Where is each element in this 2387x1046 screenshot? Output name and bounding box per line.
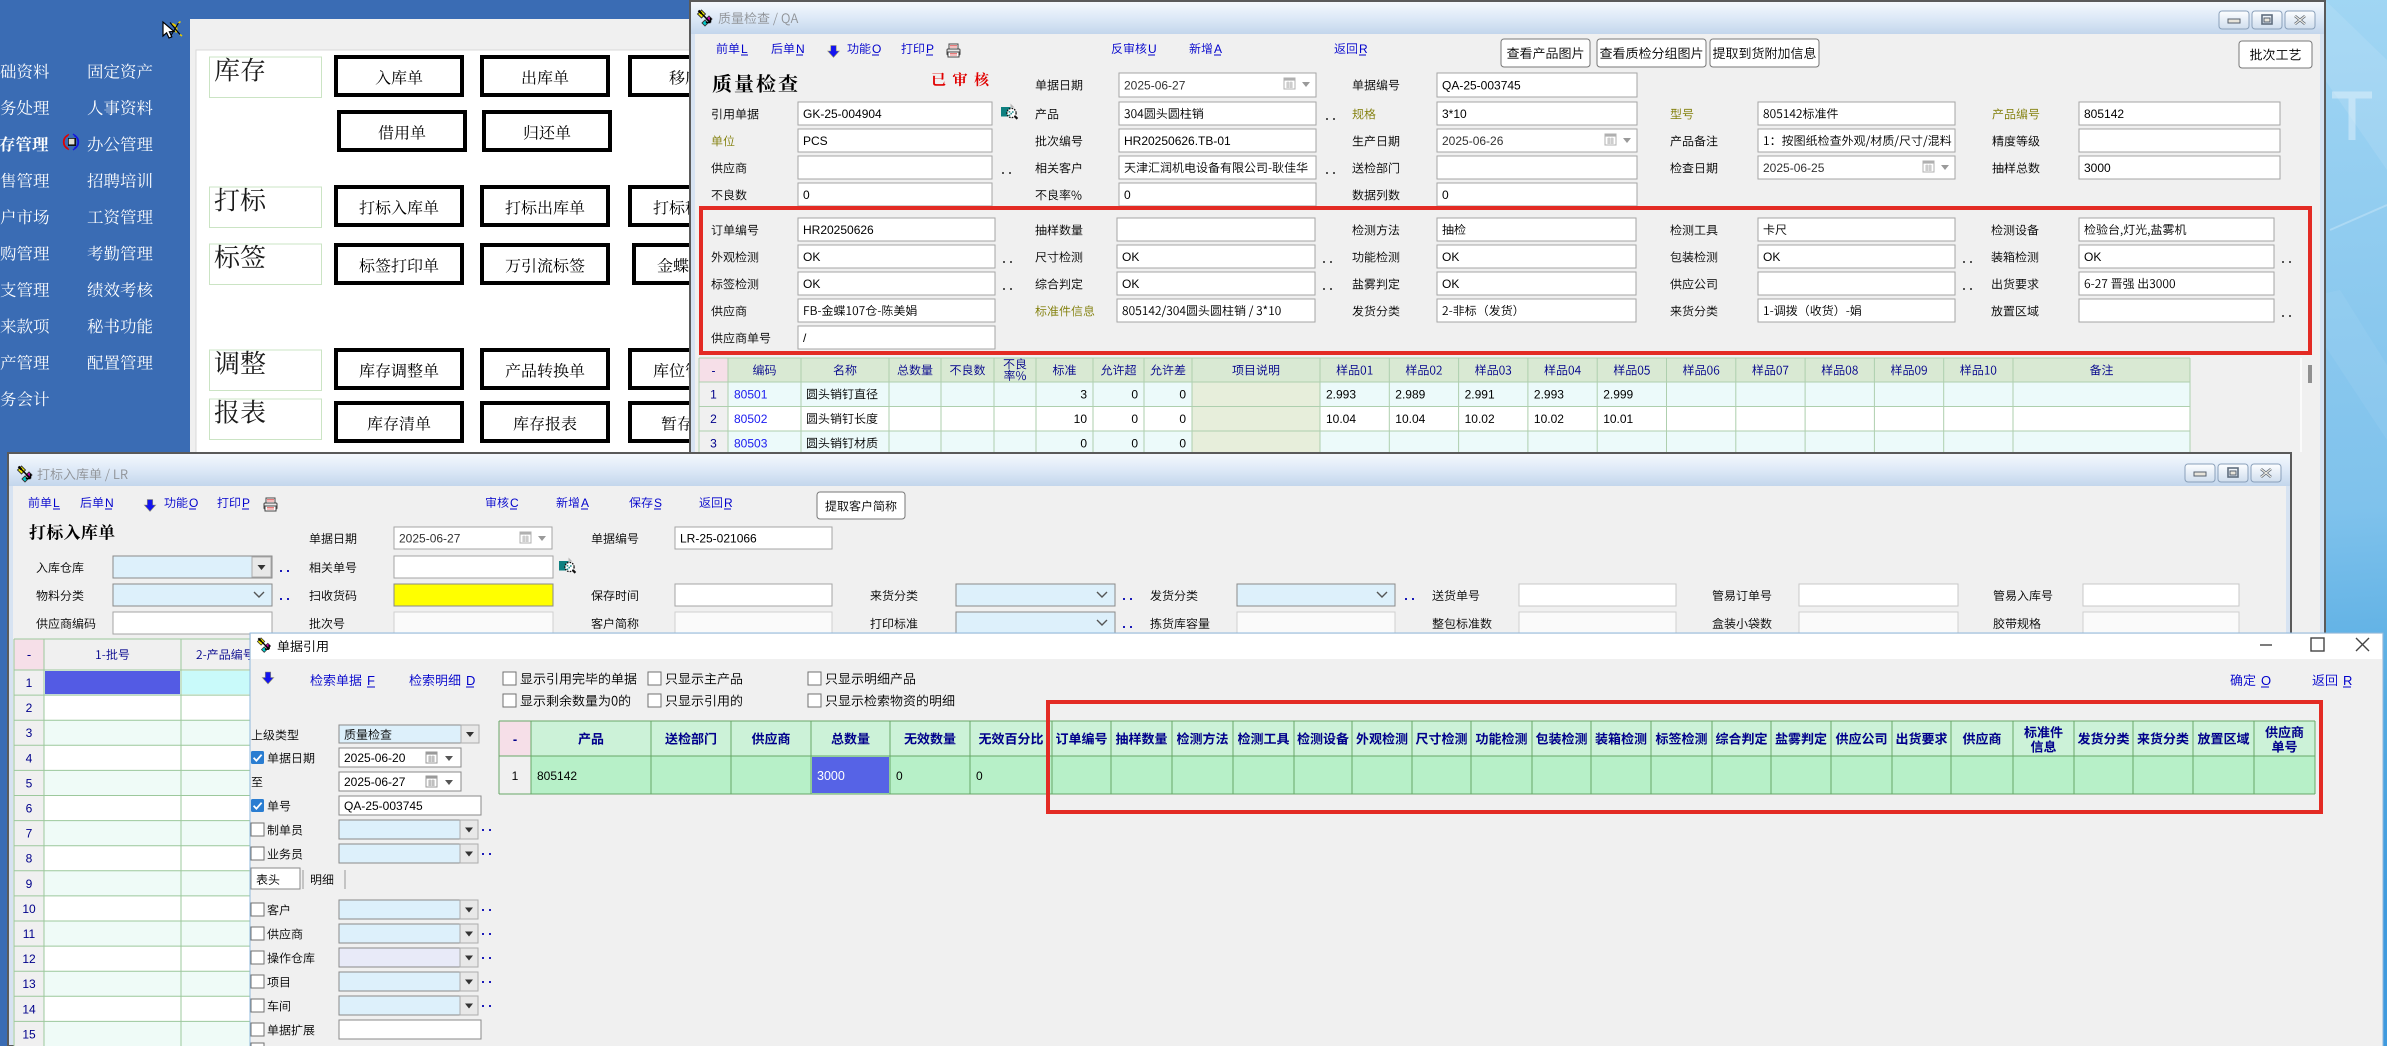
svg-text:R: R: [2343, 673, 2352, 688]
svg-text:6: 6: [26, 802, 33, 816]
svg-text:N: N: [796, 42, 805, 56]
svg-text:OK: OK: [803, 277, 820, 291]
svg-text:HR20250626.TB-01: HR20250626.TB-01: [1124, 134, 1231, 148]
svg-text:13: 13: [22, 977, 36, 991]
svg-text:805142: 805142: [537, 769, 577, 783]
svg-text:OK: OK: [1442, 277, 1459, 291]
svg-text:0: 0: [1131, 388, 1138, 402]
svg-text:10: 10: [22, 902, 36, 916]
svg-text:P: P: [242, 496, 250, 510]
svg-text:10.02: 10.02: [1465, 412, 1495, 426]
svg-text:A: A: [1214, 42, 1222, 56]
svg-text:1: 1: [26, 676, 33, 690]
svg-text:2: 2: [26, 701, 33, 715]
svg-text:2: 2: [710, 412, 717, 426]
svg-text:0: 0: [1442, 188, 1449, 202]
svg-text:12: 12: [22, 952, 36, 966]
svg-text:1: 1: [710, 388, 717, 402]
svg-text:2025-06-27: 2025-06-27: [399, 532, 461, 546]
svg-text:L: L: [53, 496, 60, 510]
svg-text:0: 0: [1179, 437, 1186, 451]
svg-text:QA-25-003745: QA-25-003745: [1442, 79, 1521, 93]
svg-text:11: 11: [23, 927, 36, 941]
svg-text:80501: 80501: [734, 388, 768, 402]
svg-text:10.04: 10.04: [1326, 412, 1356, 426]
svg-text:14: 14: [22, 1002, 36, 1016]
svg-text:S: S: [654, 496, 662, 510]
svg-text:F: F: [367, 673, 375, 688]
svg-text:10.04: 10.04: [1395, 412, 1425, 426]
svg-text:3000: 3000: [2084, 161, 2111, 175]
svg-text:L: L: [741, 42, 748, 56]
svg-text:OK: OK: [1122, 277, 1139, 291]
svg-text:R: R: [724, 496, 733, 510]
svg-text:OK: OK: [803, 250, 820, 264]
svg-text:OK: OK: [1122, 250, 1139, 264]
svg-text:PCS: PCS: [803, 134, 828, 148]
svg-text:A: A: [581, 496, 589, 510]
svg-text:3000: 3000: [817, 769, 845, 783]
svg-text:2025-06-25: 2025-06-25: [1763, 161, 1825, 175]
svg-text:2025-06-26: 2025-06-26: [1442, 134, 1504, 148]
svg-text:805142: 805142: [2084, 107, 2124, 121]
svg-text:3: 3: [26, 726, 33, 740]
svg-text:80503: 80503: [734, 437, 768, 451]
svg-text:-: -: [712, 364, 716, 378]
svg-text:N: N: [105, 496, 114, 510]
svg-text:5: 5: [26, 776, 33, 790]
svg-text:0: 0: [1131, 437, 1138, 451]
svg-text:2025-06-27: 2025-06-27: [344, 775, 406, 789]
svg-text:-: -: [27, 647, 31, 662]
svg-text:C: C: [510, 496, 519, 510]
svg-text:3: 3: [1080, 388, 1087, 402]
svg-text:80502: 80502: [734, 412, 768, 426]
svg-text:2.989: 2.989: [1395, 388, 1425, 402]
svg-text:P: P: [926, 42, 934, 56]
svg-text:8: 8: [26, 852, 33, 866]
svg-text:0: 0: [1080, 437, 1087, 451]
svg-text:U: U: [1148, 42, 1157, 56]
svg-text:9: 9: [26, 877, 33, 891]
svg-text:2.993: 2.993: [1326, 388, 1356, 402]
svg-text:0: 0: [1179, 412, 1186, 426]
svg-text:2025-06-27: 2025-06-27: [1124, 79, 1186, 93]
svg-text:0: 0: [1131, 412, 1138, 426]
svg-text:2025-06-20: 2025-06-20: [344, 751, 406, 765]
svg-text:10.01: 10.01: [1603, 412, 1633, 426]
svg-text:0: 0: [976, 769, 983, 783]
svg-text:QA-25-003745: QA-25-003745: [344, 799, 423, 813]
svg-text:10: 10: [1074, 412, 1088, 426]
svg-text:D: D: [466, 673, 475, 688]
svg-text:OK: OK: [1442, 250, 1459, 264]
svg-text:3*10: 3*10: [1442, 107, 1467, 121]
svg-text:0: 0: [1179, 388, 1186, 402]
svg-text:OK: OK: [2084, 250, 2101, 264]
svg-text:10.02: 10.02: [1534, 412, 1564, 426]
svg-text:7: 7: [26, 827, 33, 841]
svg-text:0: 0: [896, 769, 903, 783]
svg-text:LR-25-021066: LR-25-021066: [680, 532, 757, 546]
svg-text:R: R: [1359, 42, 1368, 56]
svg-text:2.999: 2.999: [1603, 388, 1633, 402]
svg-text:O: O: [2261, 673, 2271, 688]
svg-text:-: -: [513, 732, 517, 747]
svg-text:0: 0: [1124, 188, 1131, 202]
svg-text:2.993: 2.993: [1534, 388, 1564, 402]
svg-text:1: 1: [512, 769, 519, 783]
svg-text:15: 15: [22, 1027, 36, 1041]
svg-text:4: 4: [26, 751, 33, 765]
svg-text:GK-25-004904: GK-25-004904: [803, 107, 882, 121]
svg-text:HR20250626: HR20250626: [803, 223, 874, 237]
svg-text:O: O: [872, 42, 881, 56]
svg-text:O: O: [189, 496, 198, 510]
svg-text:0: 0: [803, 188, 810, 202]
svg-text:OK: OK: [1763, 250, 1780, 264]
svg-text:2.991: 2.991: [1465, 388, 1495, 402]
svg-text:3: 3: [710, 437, 717, 451]
